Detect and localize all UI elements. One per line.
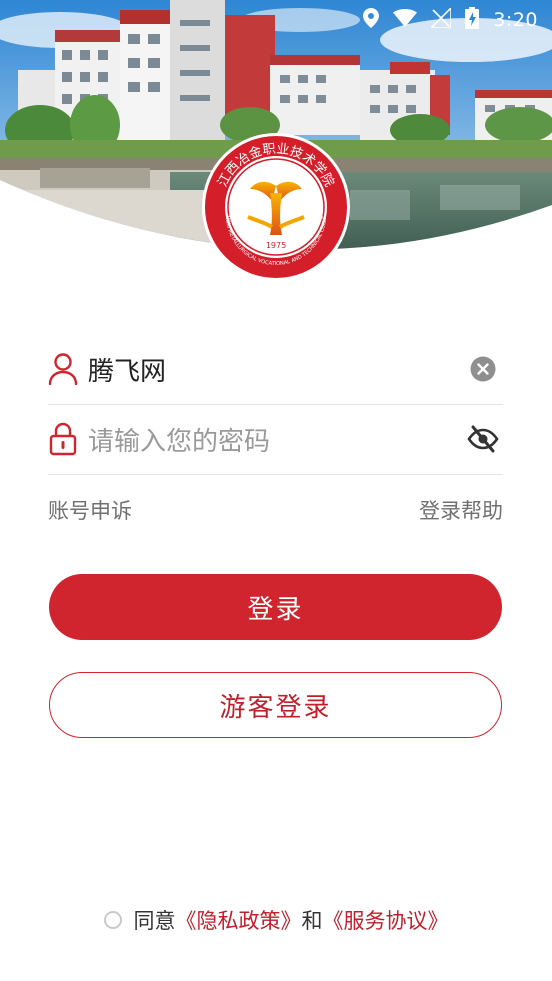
status-bar: 3:20 (0, 0, 552, 40)
privacy-policy-link[interactable]: 《隐私政策》 (176, 905, 302, 935)
password-field[interactable]: 请输入您的密码 (48, 404, 503, 475)
guest-login-button[interactable]: 游客登录 (49, 672, 502, 738)
college-logo: 江西冶金职业技术学院 JIANGXI METALLURGICAL VOCATIO… (198, 127, 352, 283)
agree-radio[interactable] (103, 911, 122, 929)
account-input[interactable]: 腾飞网 (88, 351, 463, 388)
user-icon (48, 352, 78, 386)
logo-year: 1975 (266, 241, 286, 250)
status-time: 3:20 (493, 9, 538, 31)
location-icon (363, 7, 380, 33)
service-agreement-link[interactable]: 《服务协议》 (323, 905, 449, 935)
login-help-link[interactable]: 登录帮助 (419, 495, 503, 525)
wifi-icon (393, 8, 418, 32)
password-input[interactable]: 请输入您的密码 (88, 421, 463, 458)
account-appeal-link[interactable]: 账号申诉 (48, 495, 132, 525)
signal-icon (429, 5, 453, 33)
agreement-row: 同意 《隐私政策》 和 《服务协议》 (0, 903, 552, 937)
eye-off-icon[interactable] (463, 419, 503, 459)
lock-icon (48, 422, 78, 456)
clear-icon[interactable] (463, 349, 503, 389)
and-label: 和 (301, 909, 323, 933)
helper-links: 账号申诉 登录帮助 (48, 492, 503, 528)
account-field[interactable]: 腾飞网 (48, 334, 503, 405)
agree-label: 同意 (133, 909, 176, 933)
login-button[interactable]: 登录 (49, 574, 502, 640)
battery-icon (465, 6, 480, 34)
